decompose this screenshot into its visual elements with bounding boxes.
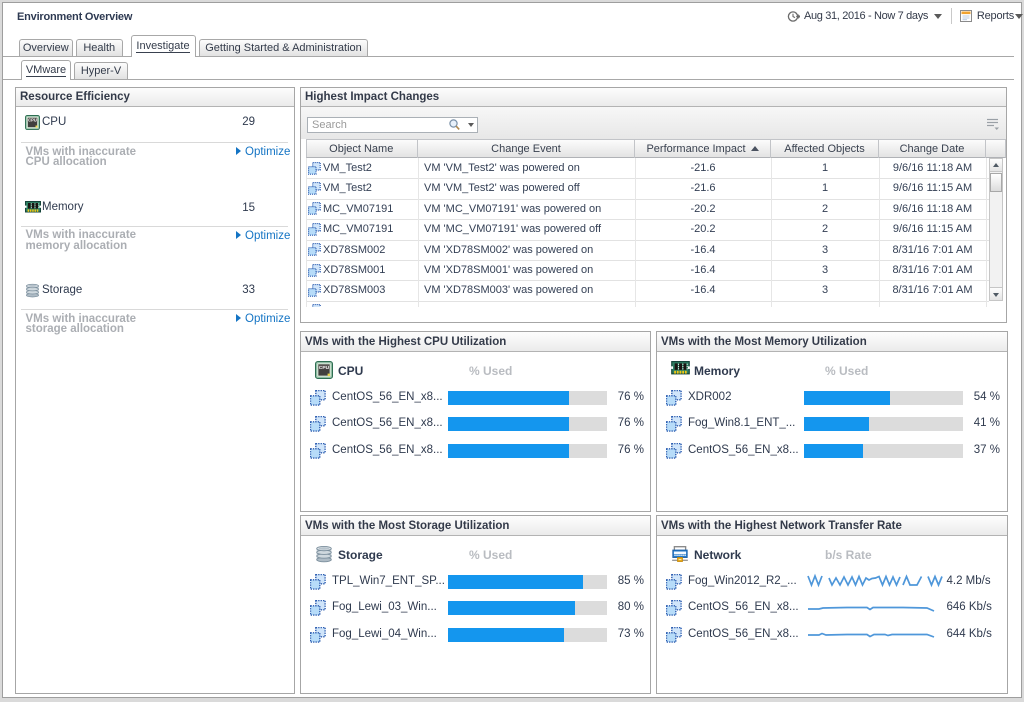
svg-text:CPU: CPU	[28, 118, 37, 123]
svg-text:CPU: CPU	[319, 365, 330, 371]
